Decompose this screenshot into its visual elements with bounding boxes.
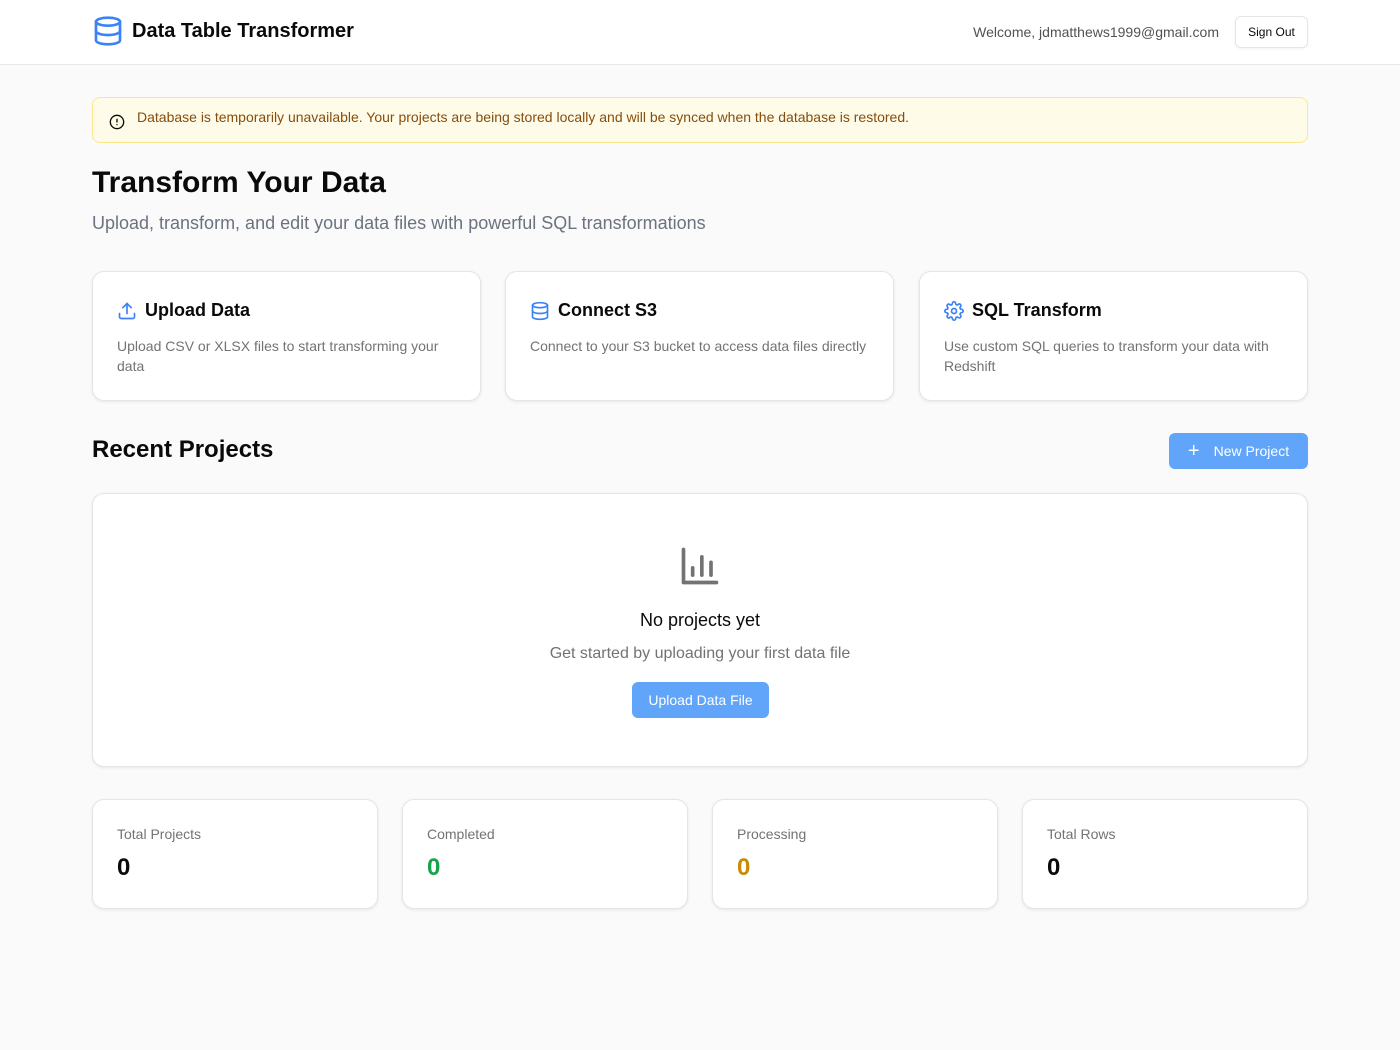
plus-icon: + (1187, 440, 1200, 462)
database-icon (92, 15, 124, 47)
new-project-button[interactable]: + New Project (1169, 433, 1308, 469)
card-title: SQL Transform (972, 300, 1102, 320)
upload-data-card[interactable]: Upload Data Upload CSV or XLSX files to … (92, 271, 481, 401)
upload-icon (117, 301, 137, 321)
welcome-text: Welcome, jdmatthews1999@gmail.com (973, 24, 1219, 40)
empty-title: No projects yet (639, 610, 761, 630)
stat-label: Processing (737, 826, 807, 842)
connect-s3-card[interactable]: Connect S3 Connect to your S3 bucket to … (505, 271, 894, 401)
app-title: Data Table Transformer (132, 19, 354, 42)
stat-total-rows: Total Rows 0 (1022, 799, 1308, 909)
stat-value: 0 (737, 854, 751, 881)
stat-value: 0 (117, 854, 131, 881)
top-header: Data Table Transformer Welcome, jdmatthe… (0, 0, 1400, 65)
page-title: Transform Your Data (92, 166, 386, 199)
gear-icon (944, 300, 964, 321)
alert-circle-icon (109, 114, 125, 130)
stat-total-projects: Total Projects 0 (92, 799, 378, 909)
stat-processing: Processing 0 (712, 799, 998, 909)
card-description: Connect to your S3 bucket to access data… (530, 338, 867, 354)
stat-value: 0 (427, 854, 441, 881)
recent-projects-title: Recent Projects (92, 436, 274, 463)
sql-transform-card[interactable]: SQL Transform Use custom SQL queries to … (919, 271, 1308, 401)
new-project-label: New Project (1213, 443, 1290, 459)
card-description: Upload CSV or XLSX files to start transf… (117, 338, 439, 374)
card-title: Connect S3 (558, 300, 658, 320)
sign-out-button[interactable]: Sign Out (1235, 16, 1308, 48)
brand: Data Table Transformer (92, 15, 354, 47)
card-title: Upload Data (145, 300, 251, 320)
bar-chart-icon (678, 544, 722, 588)
page-subtitle: Upload, transform, and edit your data fi… (92, 213, 706, 233)
empty-subtitle: Get started by uploading your first data… (549, 645, 851, 662)
upload-data-file-button[interactable]: Upload Data File (632, 682, 769, 718)
stat-label: Total Rows (1047, 826, 1116, 842)
alert-message: Database is temporarily unavailable. You… (137, 109, 910, 125)
database-alert: Database is temporarily unavailable. You… (92, 97, 1308, 143)
empty-projects-panel: No projects yet Get started by uploading… (92, 493, 1308, 767)
stat-label: Completed (427, 826, 495, 842)
database-icon (530, 301, 550, 321)
stat-label: Total Projects (117, 826, 202, 842)
stat-completed: Completed 0 (402, 799, 688, 909)
stat-value: 0 (1047, 854, 1061, 881)
card-description: Use custom SQL queries to transform your… (944, 338, 1269, 374)
